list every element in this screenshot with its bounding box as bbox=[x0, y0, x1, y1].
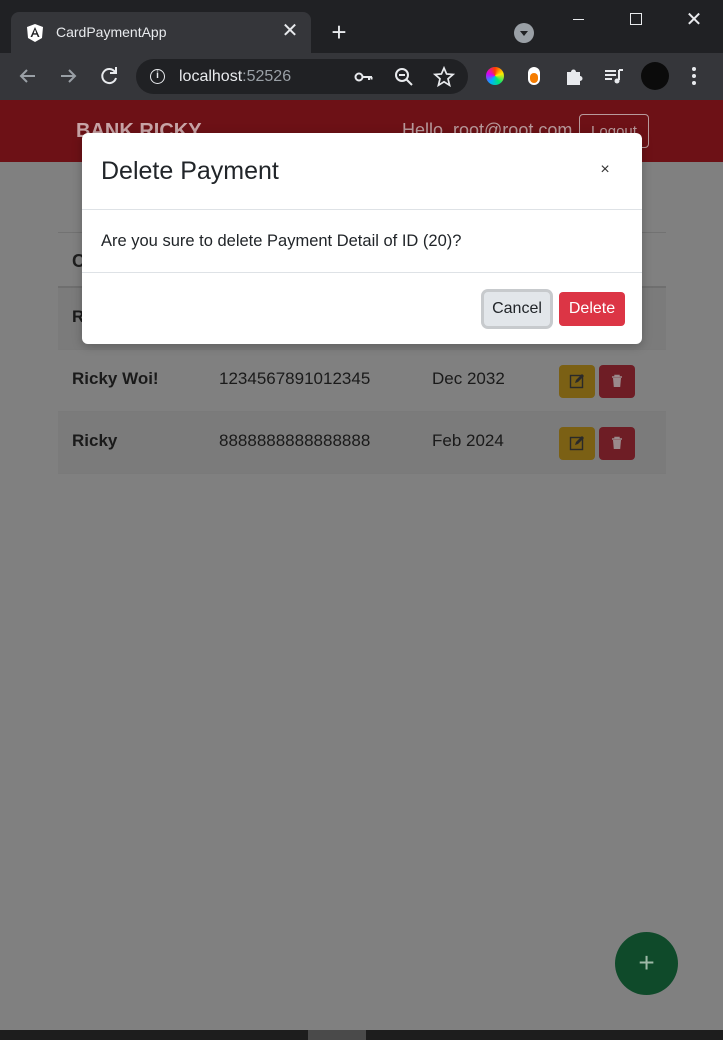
delete-row-button[interactable] bbox=[599, 427, 635, 460]
modal-body: Are you sure to delete Payment Detail of… bbox=[82, 210, 642, 273]
edit-icon bbox=[569, 436, 584, 451]
trash-icon bbox=[612, 374, 622, 387]
browser-titlebar: CardPaymentApp ✕ + ✕ bbox=[0, 0, 723, 53]
reload-icon bbox=[101, 67, 117, 85]
edit-button[interactable] bbox=[559, 427, 595, 460]
browser-tab[interactable]: CardPaymentApp ✕ bbox=[11, 12, 311, 53]
edit-icon bbox=[569, 374, 584, 389]
star-icon[interactable] bbox=[432, 65, 456, 88]
reload-button[interactable] bbox=[96, 63, 122, 89]
puzzle-icon[interactable] bbox=[563, 65, 585, 87]
forward-button[interactable] bbox=[55, 63, 81, 89]
more-vert-icon[interactable] bbox=[684, 63, 704, 89]
profile-avatar[interactable] bbox=[641, 62, 669, 90]
key-icon[interactable] bbox=[353, 66, 375, 88]
add-payment-button[interactable]: + bbox=[615, 932, 678, 995]
address-bar[interactable]: i localhost:52526 bbox=[136, 59, 468, 94]
zoom-out-icon[interactable] bbox=[393, 66, 415, 88]
info-icon[interactable]: i bbox=[150, 69, 165, 84]
window-maximize-button[interactable] bbox=[607, 0, 665, 40]
url-host: localhost bbox=[179, 68, 243, 85]
media-queue-icon[interactable] bbox=[603, 65, 625, 87]
cancel-button[interactable]: Cancel bbox=[484, 292, 550, 326]
cell-expiration: Dec 2032 bbox=[432, 369, 505, 388]
cell-owner: Ricky Woi! bbox=[72, 369, 159, 388]
modal-message: Are you sure to delete Payment Detail of… bbox=[101, 232, 462, 250]
url-port: :52526 bbox=[242, 68, 292, 85]
arrow-left-icon bbox=[19, 69, 35, 83]
arrow-right-icon bbox=[61, 69, 77, 83]
edit-button[interactable] bbox=[559, 365, 595, 398]
browser-toolbar: i localhost:52526 bbox=[0, 53, 723, 100]
trash-icon bbox=[612, 436, 622, 449]
cell-owner: Ricky bbox=[72, 431, 118, 450]
scrollbar-thumb[interactable] bbox=[308, 1030, 366, 1040]
window-minimize-button[interactable] bbox=[549, 0, 607, 40]
angular-logo-icon bbox=[25, 23, 45, 43]
orange-extension-icon[interactable] bbox=[523, 65, 545, 87]
new-tab-button[interactable]: + bbox=[326, 19, 352, 45]
tab-title: CardPaymentApp bbox=[56, 24, 167, 40]
modal-header: Delete Payment × bbox=[82, 133, 642, 210]
close-icon[interactable]: × bbox=[594, 159, 616, 181]
cell-expiration: Feb 2024 bbox=[432, 431, 504, 450]
cell-card-number: 1234567891012345 bbox=[219, 369, 371, 388]
color-picker-extension-icon[interactable] bbox=[484, 65, 506, 87]
delete-row-button[interactable] bbox=[599, 365, 635, 398]
tab-search-button[interactable] bbox=[514, 23, 534, 43]
horizontal-scrollbar[interactable] bbox=[0, 1030, 723, 1040]
delete-payment-modal: Delete Payment × Are you sure to delete … bbox=[82, 133, 642, 344]
delete-button[interactable]: Delete bbox=[559, 292, 625, 326]
modal-title: Delete Payment bbox=[101, 157, 279, 185]
window-close-button[interactable]: ✕ bbox=[665, 0, 723, 40]
table-row[interactable]: Ricky 8888888888888888 Feb 2024 bbox=[58, 412, 666, 474]
cell-card-number: 8888888888888888 bbox=[219, 431, 371, 450]
table-row[interactable]: Ricky Woi! 1234567891012345 Dec 2032 bbox=[58, 350, 666, 412]
tab-close-icon[interactable]: ✕ bbox=[279, 20, 301, 42]
back-button[interactable] bbox=[15, 63, 41, 89]
url-text[interactable]: localhost:52526 bbox=[179, 68, 291, 86]
